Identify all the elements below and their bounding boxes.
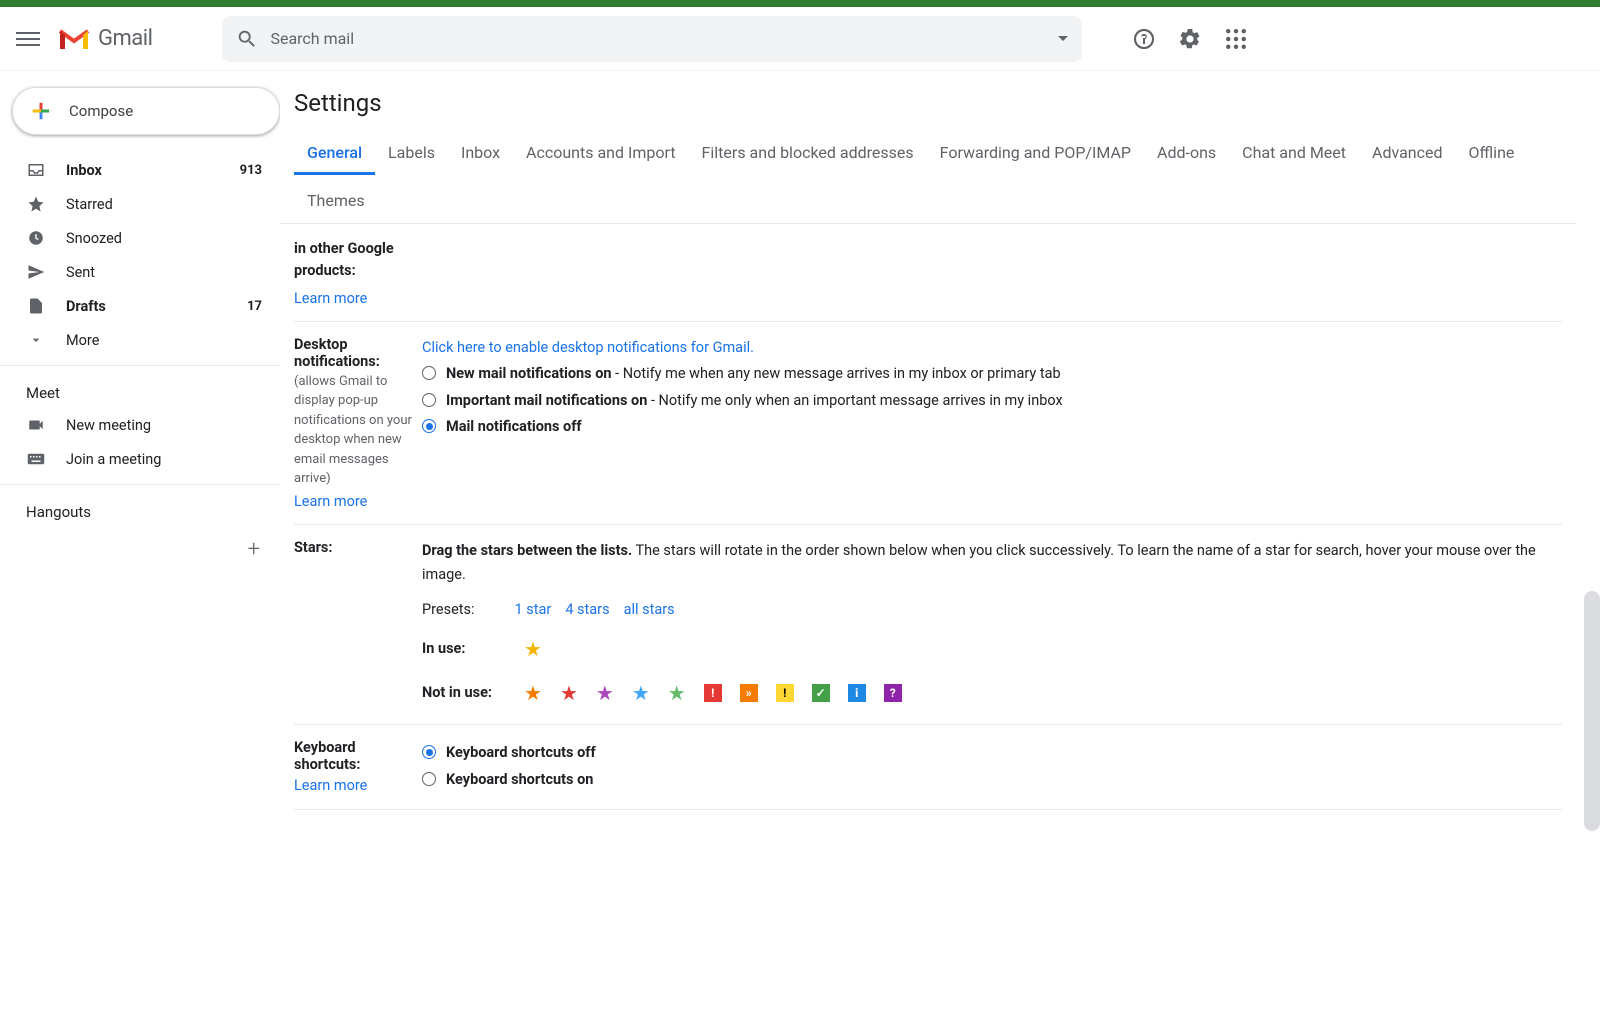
- tab-addons[interactable]: Add-ons: [1144, 133, 1229, 175]
- sidebar-item-sent[interactable]: Sent: [0, 255, 280, 289]
- compose-label: Compose: [69, 102, 133, 120]
- radio-important-mail[interactable]: Important mail notifications on - Notify…: [422, 389, 1562, 414]
- send-icon: [26, 263, 46, 281]
- radio-shortcuts-off[interactable]: Keyboard shortcuts off: [422, 741, 1562, 766]
- radio-icon[interactable]: [422, 745, 436, 759]
- settings-icon[interactable]: [1178, 27, 1202, 51]
- sidebar-item-drafts[interactable]: Drafts 17: [0, 289, 280, 323]
- search-icon: [236, 28, 258, 50]
- star-blue-icon[interactable]: ★: [632, 676, 650, 710]
- sidebar-item-join-meeting[interactable]: Join a meeting: [0, 442, 280, 476]
- sidebar: Compose Inbox 913 Starred Snoozed Sent D…: [0, 71, 280, 1012]
- settings-tabs: General Labels Inbox Accounts and Import…: [280, 133, 1576, 224]
- orange-guillemet-icon[interactable]: »: [740, 684, 758, 702]
- compose-plus-icon: [27, 97, 55, 125]
- tab-offline[interactable]: Offline: [1456, 133, 1528, 175]
- purple-question-icon[interactable]: ?: [884, 684, 902, 702]
- tab-themes[interactable]: Themes: [294, 181, 378, 223]
- chevron-down-icon: [26, 332, 46, 348]
- divider: [0, 484, 280, 485]
- sidebar-item-starred[interactable]: Starred: [0, 187, 280, 221]
- support-icon[interactable]: ?: [1132, 27, 1156, 51]
- star-purple-icon[interactable]: ★: [596, 676, 614, 710]
- sidebar-item-new-meeting[interactable]: New meeting: [0, 408, 280, 442]
- sidebar-item-inbox[interactable]: Inbox 913: [0, 153, 280, 187]
- radio-new-mail[interactable]: New mail notifications on - Notify me wh…: [422, 362, 1562, 387]
- tab-chat[interactable]: Chat and Meet: [1229, 133, 1359, 175]
- meet-section-title: Meet: [0, 374, 280, 408]
- settings-title: Settings: [280, 89, 1576, 117]
- desktop-notifications-desc: (allows Gmail to display pop-up notifica…: [294, 372, 414, 489]
- in-use-label: In use:: [422, 637, 498, 662]
- enable-desktop-notifications-link[interactable]: Click here to enable desktop notificatio…: [422, 339, 754, 356]
- search-options-caret-icon[interactable]: [1058, 36, 1068, 41]
- svg-text:?: ?: [1141, 32, 1148, 48]
- star-orange-icon[interactable]: ★: [524, 676, 542, 710]
- not-in-use-label: Not in use:: [422, 681, 498, 706]
- search-bar[interactable]: [222, 16, 1082, 62]
- gmail-text: Gmail: [98, 26, 152, 51]
- search-input[interactable]: [258, 29, 1058, 48]
- inbox-icon: [26, 161, 46, 179]
- apps-grid-icon[interactable]: [1224, 27, 1248, 51]
- browser-chrome-strip: [0, 0, 1600, 7]
- preset-1star[interactable]: 1 star: [515, 598, 552, 623]
- setting-row-desktop-notifications: Desktop notifications: (allows Gmail to …: [294, 322, 1562, 525]
- red-bang-icon[interactable]: !: [704, 684, 722, 702]
- blue-info-icon[interactable]: i: [848, 684, 866, 702]
- tab-advanced[interactable]: Advanced: [1359, 133, 1456, 175]
- hangouts-add-button[interactable]: +: [0, 527, 280, 562]
- tab-accounts[interactable]: Accounts and Import: [513, 133, 689, 175]
- radio-shortcuts-on[interactable]: Keyboard shortcuts on: [422, 768, 1562, 793]
- keyboard-icon: [26, 452, 46, 466]
- fragment-label: in other Google products:: [294, 238, 414, 286]
- menu-icon[interactable]: [16, 27, 40, 51]
- star-yellow-icon[interactable]: ★: [524, 632, 542, 666]
- video-icon: [26, 416, 46, 434]
- star-icon: [26, 195, 46, 213]
- gmail-logo-icon: [58, 27, 90, 51]
- learn-more-link[interactable]: Learn more: [294, 493, 414, 510]
- green-check-icon[interactable]: ✓: [812, 684, 830, 702]
- tab-forwarding[interactable]: Forwarding and POP/IMAP: [927, 133, 1144, 175]
- scrollbar[interactable]: [1584, 591, 1600, 831]
- radio-icon[interactable]: [422, 366, 436, 380]
- desktop-notifications-label: Desktop notifications:: [294, 336, 380, 370]
- radio-mail-off[interactable]: Mail notifications off: [422, 415, 1562, 440]
- yellow-bang-icon[interactable]: !: [776, 684, 794, 702]
- hangouts-section-title: Hangouts: [0, 493, 280, 527]
- drafts-icon: [26, 297, 46, 315]
- sidebar-item-more[interactable]: More: [0, 323, 280, 357]
- star-red-icon[interactable]: ★: [560, 676, 578, 710]
- presets-label: Presets:: [422, 598, 475, 623]
- setting-row-stars: Stars: Drag the stars between the lists.…: [294, 525, 1562, 726]
- gmail-logo[interactable]: Gmail: [58, 26, 152, 51]
- tab-general[interactable]: General: [294, 133, 375, 175]
- sidebar-item-snoozed[interactable]: Snoozed: [0, 221, 280, 255]
- radio-icon[interactable]: [422, 393, 436, 407]
- tab-filters[interactable]: Filters and blocked addresses: [689, 133, 927, 175]
- compose-button[interactable]: Compose: [12, 87, 280, 135]
- tab-labels[interactable]: Labels: [375, 133, 448, 175]
- learn-more-link[interactable]: Learn more: [294, 777, 414, 794]
- divider: [0, 365, 280, 366]
- radio-icon[interactable]: [422, 772, 436, 786]
- header: Gmail ?: [0, 7, 1600, 71]
- stars-label: Stars:: [294, 539, 332, 556]
- tab-inbox[interactable]: Inbox: [448, 133, 513, 175]
- preset-4stars[interactable]: 4 stars: [565, 598, 609, 623]
- setting-row-keyboard-shortcuts: Keyboard shortcuts: Learn more Keyboard …: [294, 725, 1562, 809]
- radio-icon[interactable]: [422, 419, 436, 433]
- setting-row-personalisation-fragment: in other Google products: Learn more: [294, 224, 1562, 322]
- star-green-icon[interactable]: ★: [668, 676, 686, 710]
- clock-icon: [26, 229, 46, 247]
- main-content: Settings General Labels Inbox Accounts a…: [280, 71, 1600, 1012]
- preset-allstars[interactable]: all stars: [624, 598, 675, 623]
- learn-more-link[interactable]: Learn more: [294, 290, 414, 307]
- keyboard-shortcuts-label: Keyboard shortcuts:: [294, 739, 360, 773]
